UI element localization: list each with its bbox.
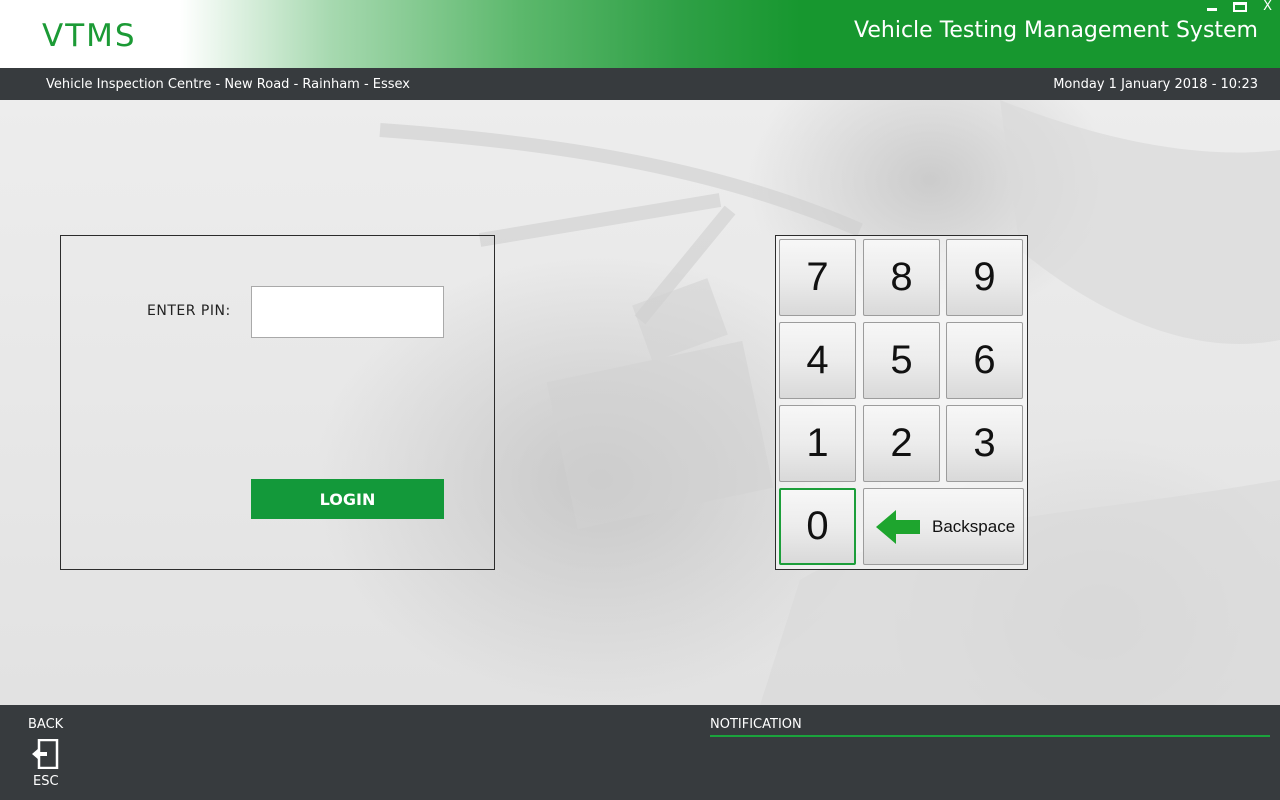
key-4[interactable]: 4 <box>779 322 856 399</box>
notification-label: NOTIFICATION <box>710 717 802 732</box>
app-footer: BACK ESC NOTIFICATION <box>0 705 1280 800</box>
login-panel: ENTER PIN: LOGIN <box>60 235 495 570</box>
close-button[interactable]: X <box>1263 0 1272 14</box>
app-logo: VTMS <box>42 18 137 54</box>
key-1[interactable]: 1 <box>779 405 856 482</box>
key-2[interactable]: 2 <box>863 405 940 482</box>
pin-label: ENTER PIN: <box>147 303 231 319</box>
key-5[interactable]: 5 <box>863 322 940 399</box>
key-9[interactable]: 9 <box>946 239 1023 316</box>
location-text: Vehicle Inspection Centre - New Road - R… <box>46 77 410 92</box>
key-0[interactable]: 0 <box>779 488 856 565</box>
maximize-icon[interactable] <box>1233 2 1248 12</box>
esc-label: ESC <box>33 774 59 789</box>
notification-divider <box>710 735 1270 737</box>
backspace-button[interactable]: Backspace <box>863 488 1024 565</box>
datetime-text: Monday 1 January 2018 - 10:23 <box>1053 77 1258 92</box>
main-area: ENTER PIN: LOGIN 7 8 9 4 5 6 1 2 3 0 Bac… <box>0 100 1280 705</box>
pin-input[interactable] <box>251 286 444 338</box>
minimize-icon[interactable] <box>1207 7 1218 11</box>
app-header: VTMS Vehicle Testing Management System X <box>0 0 1280 68</box>
arrow-left-icon <box>876 509 920 544</box>
key-3[interactable]: 3 <box>946 405 1023 482</box>
backspace-label: Backspace <box>932 516 1016 536</box>
info-bar: Vehicle Inspection Centre - New Road - R… <box>0 68 1280 100</box>
key-7[interactable]: 7 <box>779 239 856 316</box>
key-6[interactable]: 6 <box>946 322 1023 399</box>
key-8[interactable]: 8 <box>863 239 940 316</box>
exit-door-icon[interactable] <box>31 739 59 769</box>
login-button[interactable]: LOGIN <box>251 479 444 519</box>
window-controls: X <box>1207 0 1272 14</box>
app-title: Vehicle Testing Management System <box>854 18 1258 43</box>
numeric-keypad: 7 8 9 4 5 6 1 2 3 0 Backspace <box>775 235 1028 570</box>
back-label: BACK <box>28 717 64 732</box>
